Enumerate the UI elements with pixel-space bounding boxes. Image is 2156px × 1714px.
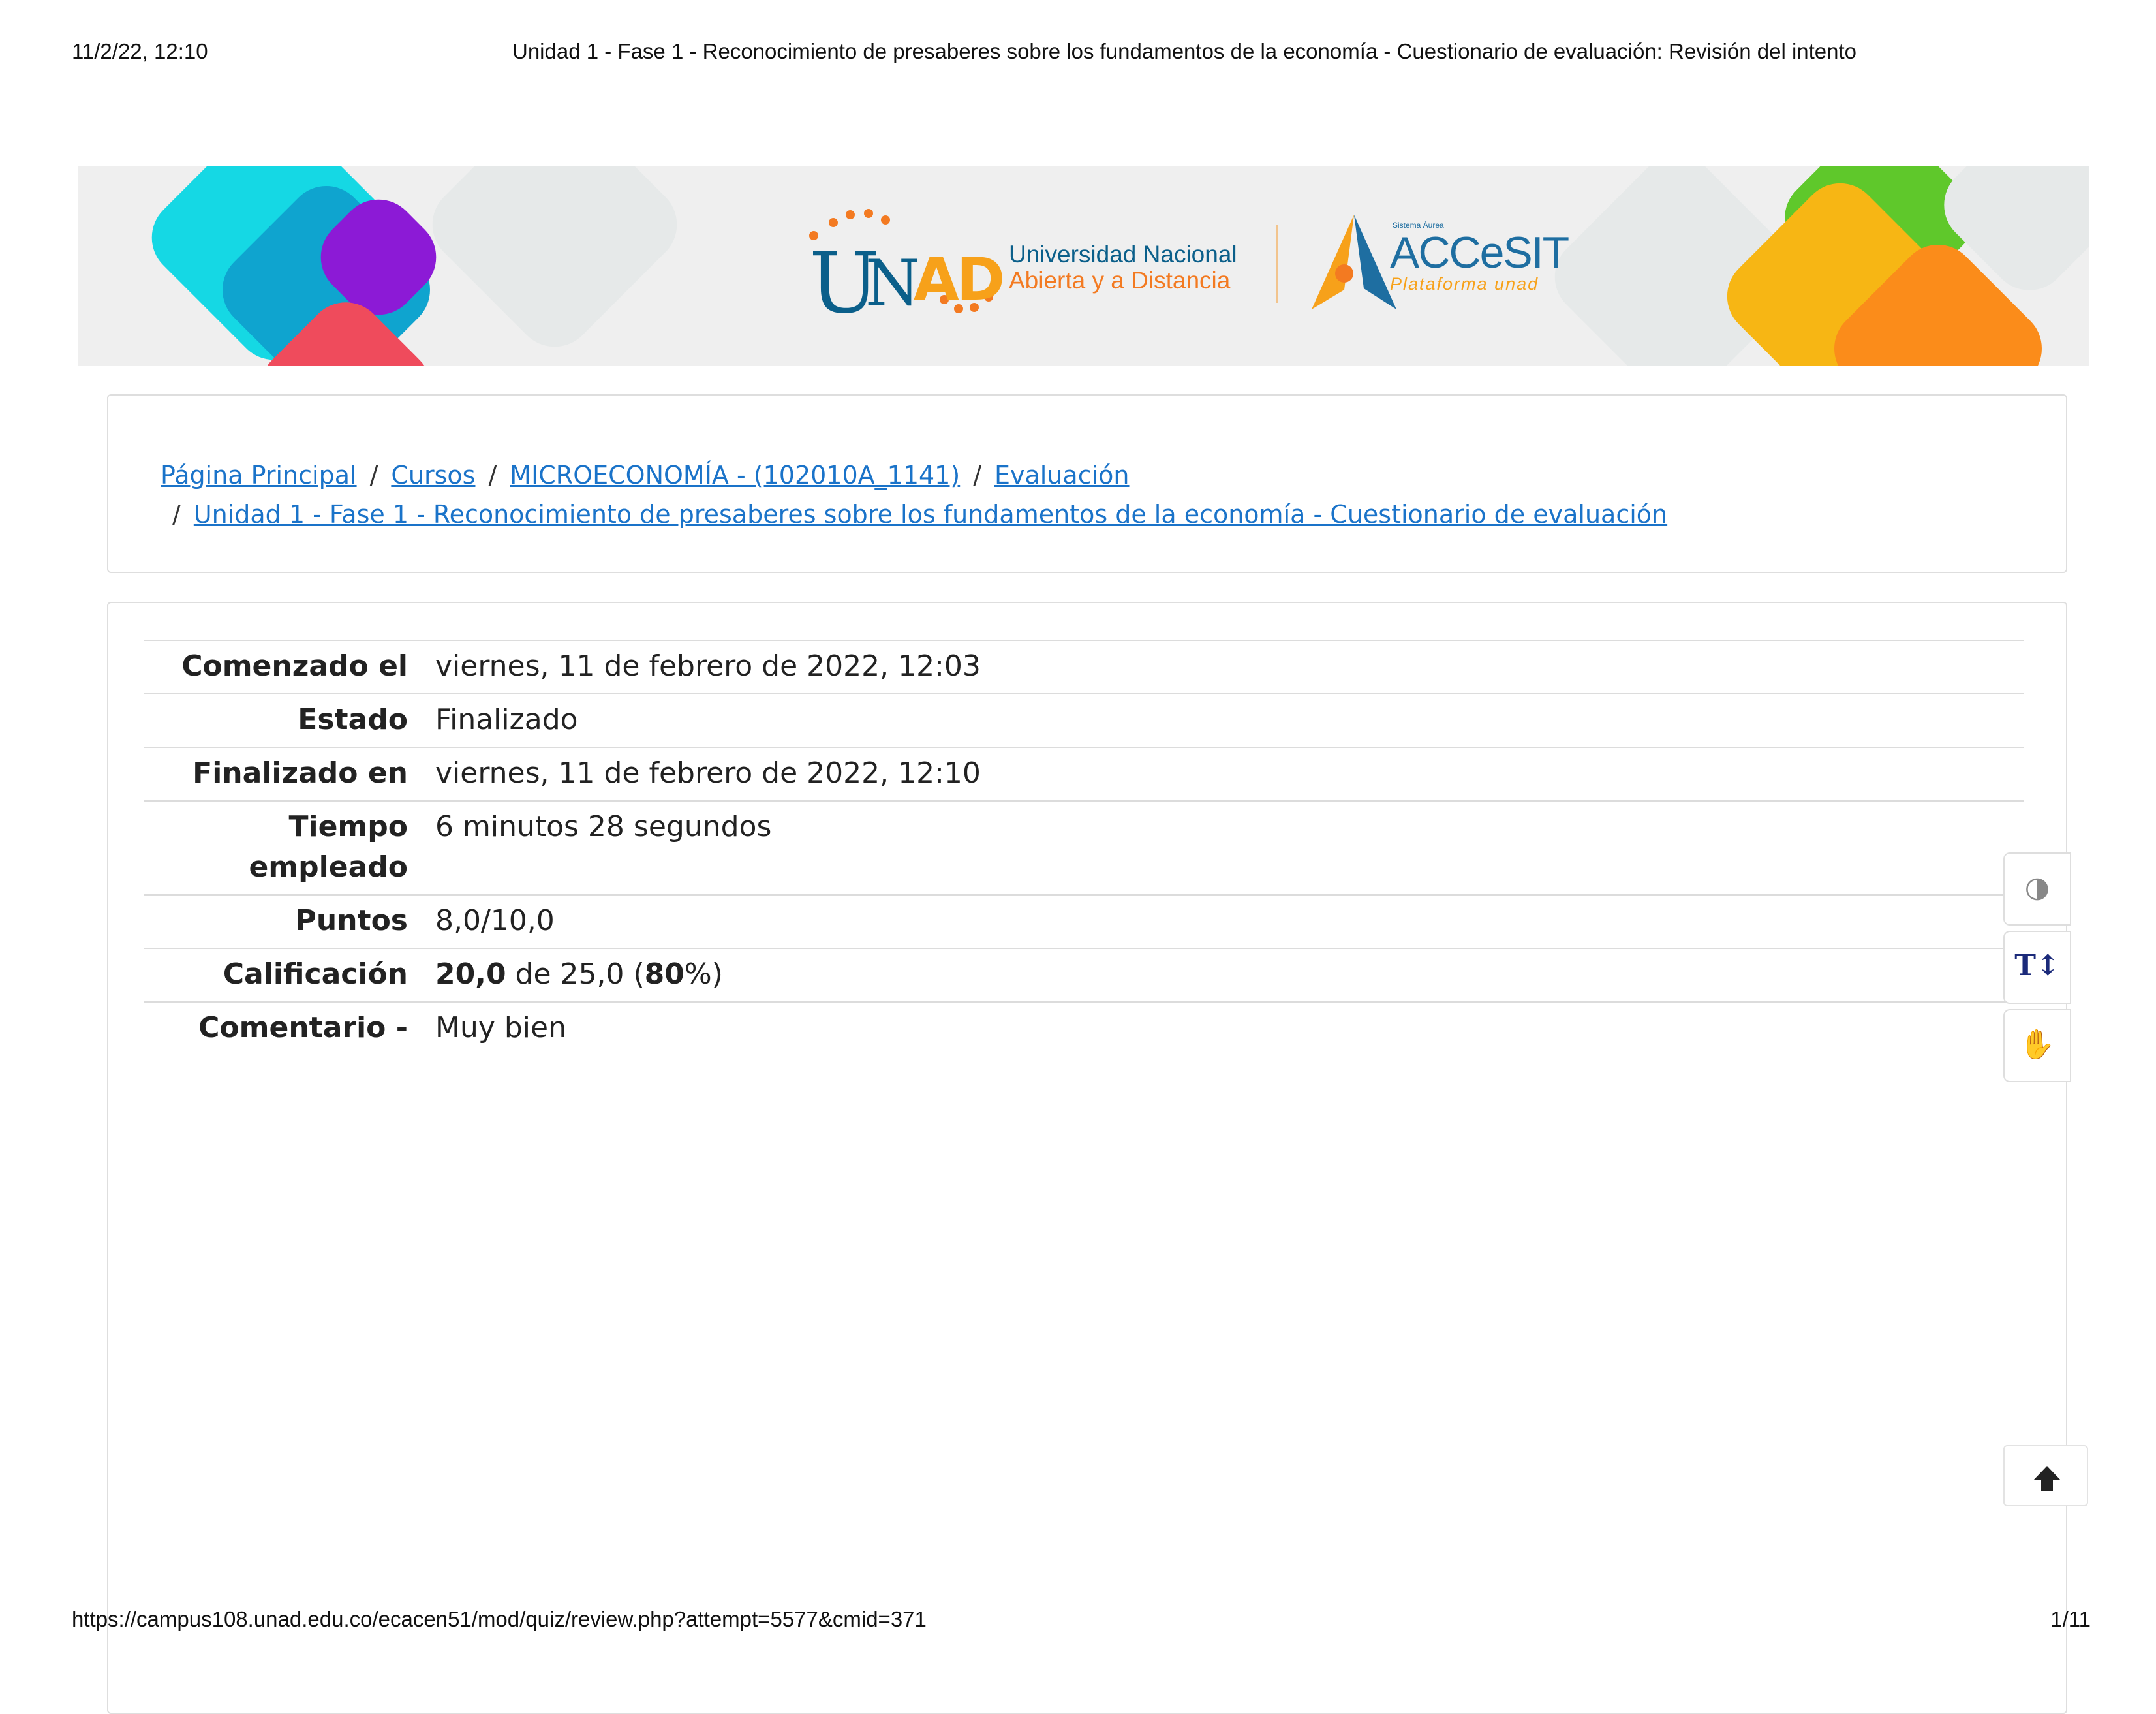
arrow-up-icon: [2033, 1466, 2061, 1491]
summary-value: viernes, 11 de febrero de 2022, 12:10: [435, 756, 981, 790]
print-header: 11/2/22, 12:10 Unidad 1 - Fase 1 - Recon…: [72, 39, 2084, 68]
breadcrumb-link-home[interactable]: Página Principal: [161, 461, 357, 490]
summary-label: Tiempo empleado: [144, 801, 435, 895]
breadcrumb: Página Principal / Cursos / MICROECONOMÍA - …: [161, 456, 2027, 534]
attempt-summary-table: Comenzado el viernes, 11 de febrero de 2…: [144, 640, 2024, 1055]
brand-logos: U N AD Universidad Nacional Abierta y a …: [803, 209, 1586, 332]
summary-value: 6 minutos 28 segundos: [435, 810, 772, 843]
university-name: Universidad Nacional Abierta y a Distanc…: [1009, 242, 1237, 294]
contrast-icon: ◑: [2024, 871, 2050, 904]
table-row: Finalizado en viernes, 11 de febrero de …: [144, 747, 2024, 801]
back-to-top-button[interactable]: [2003, 1445, 2088, 1506]
table-row: Estado Finalizado: [144, 694, 2024, 747]
summary-label: Finalizado en: [192, 756, 408, 790]
table-row: Tiempo empleado 6 minutos 28 segundos: [144, 801, 2024, 895]
summary-value: Muy bien: [435, 1011, 566, 1044]
table-row: Calificación 20,0 de 25,0 (80%): [144, 948, 2024, 1002]
table-row: Puntos 8,0/10,0: [144, 895, 2024, 948]
breadcrumb-separator: /: [488, 461, 497, 490]
print-date: 11/2/22, 12:10: [72, 39, 208, 63]
summary-value: viernes, 11 de febrero de 2022, 12:03: [435, 649, 981, 683]
breadcrumb-separator: /: [973, 461, 981, 490]
unad-logo: U N AD: [803, 209, 1005, 332]
summary-value: 8,0/10,0: [435, 904, 555, 937]
logo-divider: [1276, 225, 1278, 303]
summary-value: Finalizado: [435, 703, 578, 736]
print-page-title: Unidad 1 - Fase 1 - Reconocimiento de pr…: [512, 39, 1857, 63]
site-banner: U N AD Universidad Nacional Abierta y a …: [78, 166, 2089, 366]
accesit-logo-text: Sistema Áurea ACCeSIT Plataforma unad: [1390, 221, 1569, 294]
contrast-toggle-button[interactable]: ◑: [2003, 852, 2071, 926]
accesit-tagline: Sistema Áurea: [1393, 221, 1444, 230]
sign-language-icon: ✋: [2019, 1028, 2056, 1061]
university-name-line2: Abierta y a Distancia: [1009, 267, 1231, 294]
unad-logo-letters: AD: [914, 245, 1005, 314]
summary-label: Comenzado el: [181, 649, 408, 683]
print-footer: https://campus108.unad.edu.co/ecacen51/m…: [72, 1607, 2091, 1636]
table-row: Comenzado el viernes, 11 de febrero de 2…: [144, 640, 2024, 694]
breadcrumb-link-course[interactable]: MICROECONOMÍA - (102010A_1141): [510, 461, 960, 490]
breadcrumb-link-evaluation[interactable]: Evaluación: [994, 461, 1130, 490]
grade-total: de 25,0 (: [506, 958, 645, 991]
breadcrumb-separator: /: [369, 461, 378, 490]
print-page-number: 1/11: [2050, 1607, 2091, 1631]
accesit-logo-icon: [1312, 215, 1396, 309]
accesit-title: ACCeSIT: [1390, 228, 1569, 277]
summary-value: 20,0 de 25,0 (80%): [435, 948, 2024, 1002]
print-url: https://campus108.unad.edu.co/ecacen51/m…: [72, 1607, 927, 1631]
summary-label: Comentario -: [198, 1011, 408, 1044]
text-size-icon: T↕: [2014, 949, 2060, 982]
banner-decoration: [416, 166, 694, 364]
summary-label: Puntos: [295, 904, 408, 937]
summary-label: Calificación: [223, 958, 408, 991]
quiz-review-card: Comenzado el viernes, 11 de febrero de 2…: [107, 602, 2067, 1714]
university-name-line1: Universidad Nacional: [1009, 241, 1237, 268]
sign-language-button[interactable]: ✋: [2003, 1009, 2071, 1082]
breadcrumb-link-quiz[interactable]: Unidad 1 - Fase 1 - Reconocimiento de pr…: [194, 500, 1667, 529]
grade-value: 20,0: [435, 958, 506, 991]
summary-label: Estado: [298, 703, 408, 736]
grade-percent: 80: [644, 958, 685, 991]
breadcrumb-card: Página Principal / Cursos / MICROECONOMÍA - …: [107, 394, 2067, 573]
breadcrumb-separator: /: [172, 500, 181, 529]
grade-percent-suffix: %): [684, 958, 723, 991]
text-size-button[interactable]: T↕: [2003, 931, 2071, 1004]
summary-label-text: Tiempo empleado: [249, 810, 408, 884]
unad-logo-letter: N: [865, 247, 920, 320]
table-row: Comentario - Muy bien: [144, 1002, 2024, 1055]
breadcrumb-link-courses[interactable]: Cursos: [391, 461, 475, 490]
